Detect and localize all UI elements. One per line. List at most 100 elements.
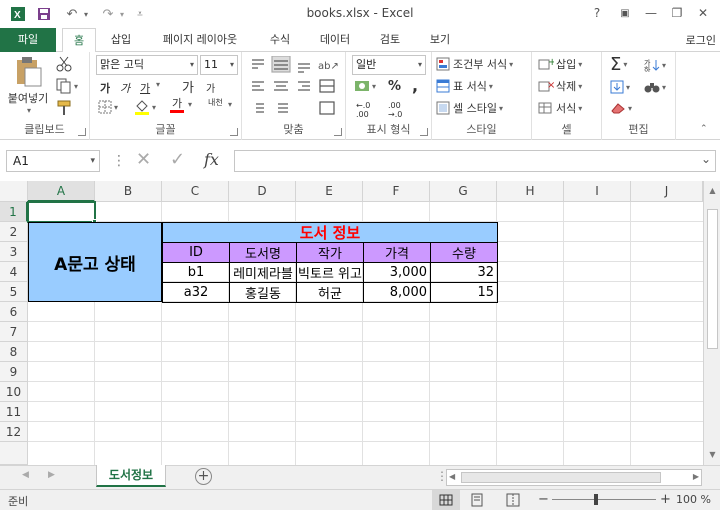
row-header-2[interactable]: 2 [0,222,28,242]
header-id[interactable]: ID [162,242,230,263]
expand-formula-icon[interactable]: ⌄ [701,152,711,166]
delete-cells-button[interactable]: × 삭제 ▾ [538,78,582,94]
phonetic-dropdown-icon[interactable]: ▾ [226,100,232,109]
tab-insert[interactable]: 삽입 [104,28,138,52]
row-header-10[interactable]: 10 [0,382,28,402]
number-format-select[interactable]: 일반 ▾ [352,55,426,75]
scroll-up-icon[interactable]: ▲ [704,183,720,199]
header-author[interactable]: 작가 [296,242,364,263]
table-cell[interactable]: 허균 [296,282,364,303]
column-header-d[interactable]: D [229,181,296,202]
column-header-c[interactable]: C [162,181,229,202]
vertical-scrollbar[interactable]: ▲ ▼ [703,181,720,465]
column-header-g[interactable]: G [430,181,497,202]
cell-style-button[interactable]: 셀 스타일 ▾ [436,100,503,116]
zoom-slider-thumb[interactable] [594,494,598,505]
tab-page-layout[interactable]: 페이지 레이아웃 [150,28,250,52]
zoom-out-button[interactable]: − [538,492,549,507]
italic-button[interactable]: 가 [120,80,130,96]
header-quantity[interactable]: 수량 [430,242,498,263]
row-header-11[interactable]: 11 [0,402,28,422]
active-cell-a1[interactable] [27,201,96,223]
scroll-down-icon[interactable]: ▼ [704,447,720,463]
row-header-12[interactable]: 12 [0,422,28,442]
column-header-b[interactable]: B [95,181,162,202]
prev-sheet-icon[interactable]: ◀ [22,470,29,480]
tab-home[interactable]: 홈 [62,28,96,53]
vertical-scroll-thumb[interactable] [707,209,718,349]
table-cell[interactable]: 15 [430,282,498,303]
table-cell[interactable]: 빅토르 위고 [296,262,364,283]
zoom-in-button[interactable]: + [660,492,671,507]
table-format-button[interactable]: 표 서식 ▾ [436,78,493,94]
autosum-button[interactable]: Σ ▾ [610,54,627,75]
column-header-e[interactable]: E [296,181,363,202]
zoom-level[interactable]: 100 % [676,493,711,506]
row-header-1[interactable]: 1 [0,202,28,222]
insert-function-icon[interactable]: fx [204,150,219,169]
column-header-j[interactable]: J [631,181,703,202]
sort-filter-button[interactable]: 가하 ▾ [644,58,666,72]
column-header-h[interactable]: H [497,181,564,202]
font-color-button[interactable]: 가 [170,98,184,113]
shrink-font-button[interactable]: 가 [206,80,215,95]
font-color-dropdown-icon[interactable]: ▾ [186,100,192,109]
row-header-6[interactable]: 6 [0,302,28,322]
page-layout-view-button[interactable] [470,493,484,510]
row-header-9[interactable]: 9 [0,362,28,382]
alignment-launcher[interactable] [334,128,342,136]
paste-button[interactable]: 붙여넣기 ▾ [8,56,48,115]
row-header-13[interactable] [0,442,28,465]
table-title[interactable]: 도서 정보 [162,222,498,243]
clipboard-launcher[interactable] [78,128,86,136]
add-sheet-button[interactable]: + [195,468,212,485]
name-box[interactable]: A1 ▾ [6,150,100,172]
font-launcher[interactable] [230,128,238,136]
tab-file[interactable]: 파일 [0,28,56,52]
column-header-f[interactable]: F [363,181,430,202]
fill-button[interactable]: ▾ [610,80,630,94]
table-cell[interactable]: 3,000 [363,262,431,283]
copy-icon[interactable]: ▾ [56,78,78,94]
percent-button[interactable]: % [388,79,401,94]
fill-color-icon[interactable]: ▾ [134,98,156,116]
table-cell[interactable]: a32 [162,282,230,303]
minimize-button[interactable]: — [640,4,662,22]
horizontal-scroll-thumb[interactable] [461,472,661,483]
collapse-ribbon-icon[interactable]: ⌃ [700,124,708,134]
restore-button[interactable]: ❐ [666,4,688,22]
header-title[interactable]: 도서명 [229,242,297,263]
next-sheet-icon[interactable]: ▶ [48,470,55,480]
tab-review[interactable]: 검토 [372,28,408,52]
increase-decimal-icon[interactable]: ←.0.00 [356,101,370,119]
table-cell[interactable]: 레미제라블 [229,262,297,283]
grow-font-button[interactable]: 가 [182,77,194,96]
clear-button[interactable]: ▾ [610,102,632,114]
page-break-view-button[interactable] [506,493,520,510]
comma-button[interactable]: , [412,76,418,95]
number-launcher[interactable] [420,128,428,136]
row-header-3[interactable]: 3 [0,242,28,262]
decrease-decimal-icon[interactable]: .00 →.0 [388,101,402,119]
format-cells-button[interactable]: 서식 ▾ [538,100,582,116]
scroll-left-icon[interactable]: ◀ [449,472,455,481]
cut-icon[interactable] [56,56,72,72]
select-all-corner[interactable] [0,181,28,202]
normal-view-button[interactable] [432,490,460,510]
conditional-format-button[interactable]: 조건부 서식 ▾ [436,56,513,72]
tab-data[interactable]: 데이터 [312,28,358,52]
format-painter-icon[interactable] [56,100,72,116]
close-button[interactable]: ✕ [692,4,714,22]
merged-cell-label[interactable]: A문고 상태 [28,222,162,302]
enter-icon[interactable]: ✓ [170,149,185,170]
insert-cells-button[interactable]: + 삽입 ▾ [538,56,582,72]
cancel-icon[interactable]: ✕ [136,149,151,170]
find-select-button[interactable]: ▾ [644,80,666,94]
border-icon[interactable]: ▾ [98,100,118,114]
accounting-icon[interactable]: ▾ [354,79,376,93]
column-header-i[interactable]: I [564,181,631,202]
row-header-5[interactable]: 5 [0,282,28,302]
underline-dropdown-icon[interactable]: ▾ [154,80,160,89]
phonetic-button[interactable]: 내천 [208,98,223,107]
zoom-slider-track[interactable] [552,499,656,500]
